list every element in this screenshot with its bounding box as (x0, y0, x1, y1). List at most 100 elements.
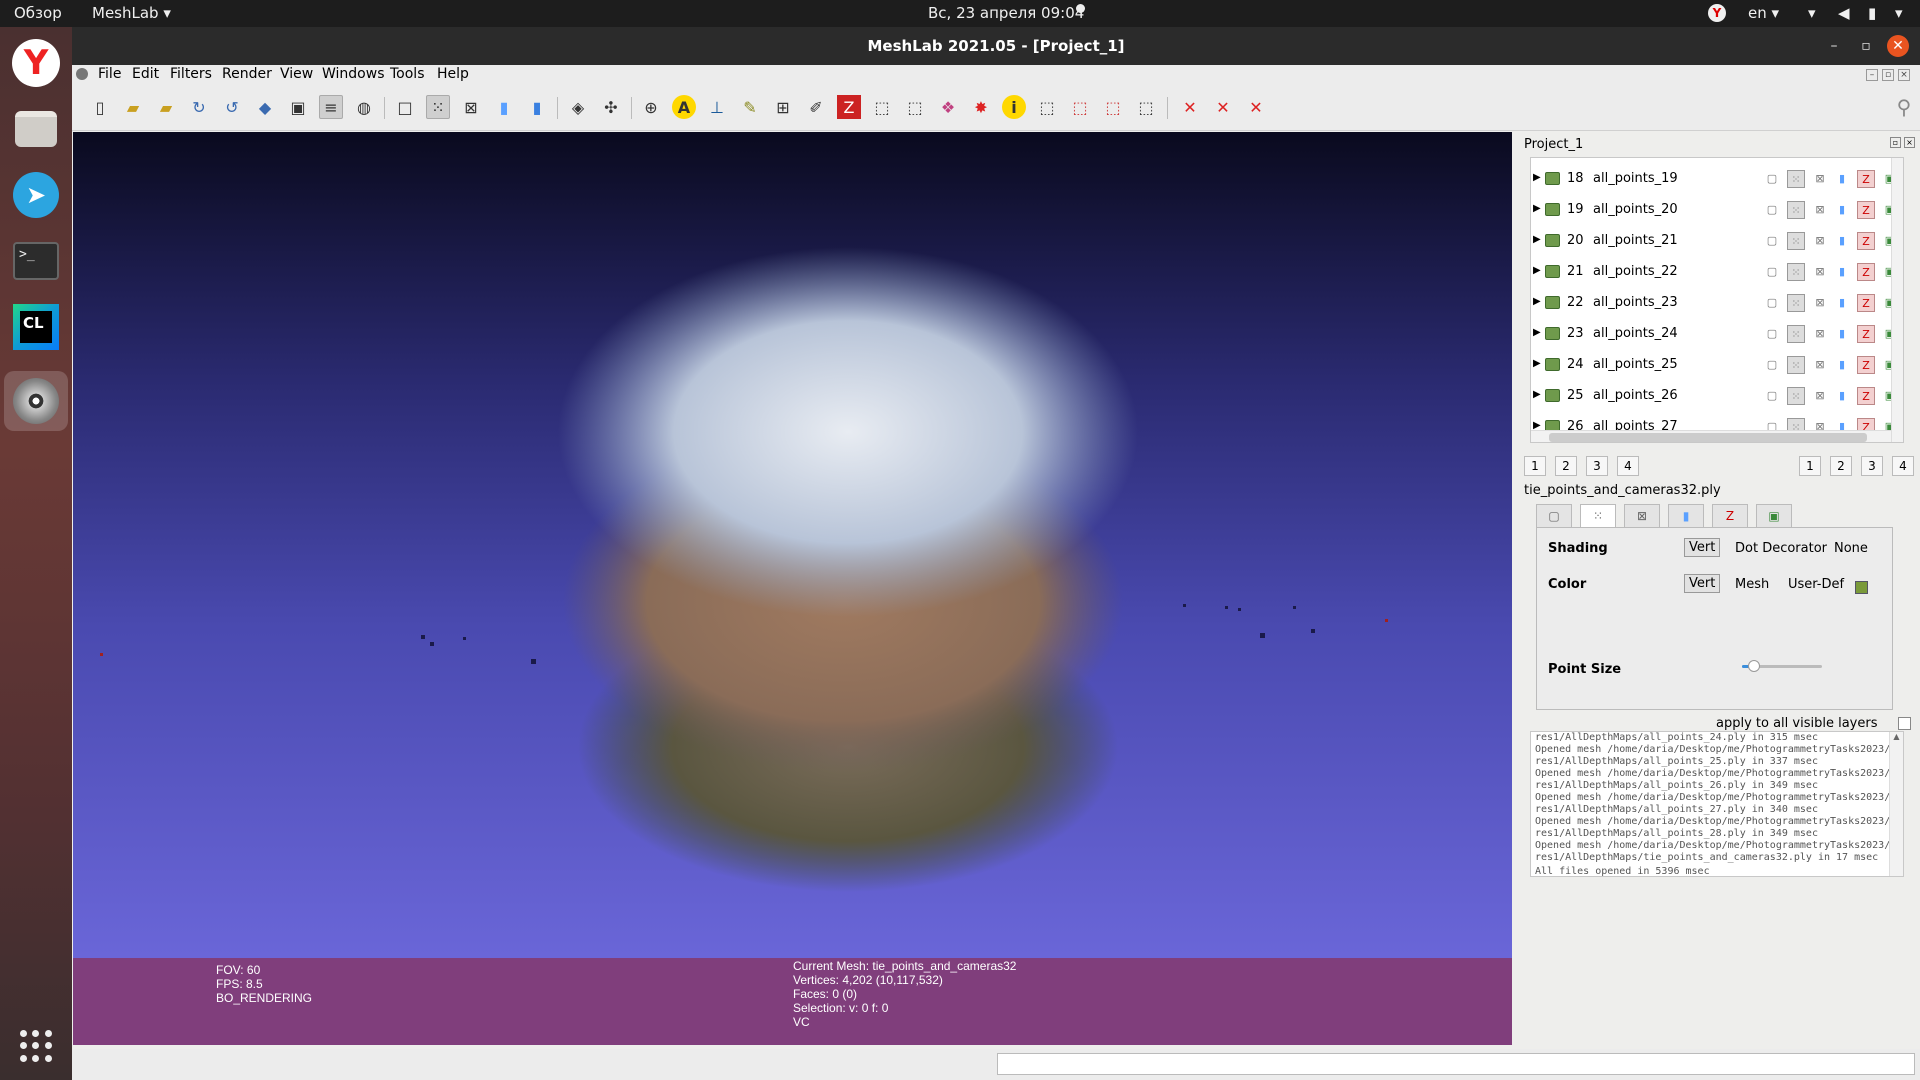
wireframe-toggle-icon[interactable]: ⊠ (1811, 232, 1829, 250)
panel-close-button[interactable]: × (1904, 137, 1915, 148)
axis-icon[interactable]: ✣ (599, 95, 623, 119)
snapshot-left-2[interactable]: 2 (1555, 456, 1577, 476)
search-icon[interactable]: ⚲ (1892, 95, 1916, 119)
tab-flat-icon[interactable]: ▮ (1668, 504, 1704, 528)
z-paint-icon[interactable]: Z (837, 95, 861, 119)
tab-misc-icon[interactable]: ▣ (1756, 504, 1792, 528)
wireframe-toggle-icon[interactable]: ⊠ (1811, 201, 1829, 219)
layer-list-vertical-scrollbar[interactable] (1891, 158, 1903, 442)
flat-toggle-icon[interactable]: ▮ (1833, 387, 1851, 405)
georef-icon[interactable]: ✸ (969, 95, 993, 119)
visibility-eye-icon[interactable] (1545, 172, 1560, 185)
bbox-toggle-icon[interactable]: ▢ (1763, 356, 1781, 374)
visibility-eye-icon[interactable] (1545, 203, 1560, 216)
user-color-swatch[interactable] (1855, 581, 1868, 594)
expand-arrow-icon[interactable]: ▶ (1533, 358, 1541, 369)
visibility-eye-icon[interactable] (1545, 358, 1560, 371)
snapshot-right-2[interactable]: 2 (1830, 456, 1852, 476)
reload-all-icon[interactable]: ↺ (220, 95, 244, 119)
measure-icon[interactable]: ⊥ (705, 95, 729, 119)
visibility-eye-icon[interactable] (1545, 296, 1560, 309)
snapshot-left-1[interactable]: 1 (1524, 456, 1546, 476)
layer-list-horizontal-scrollbar[interactable] (1531, 430, 1891, 442)
tab-texture-icon[interactable]: Z (1712, 504, 1748, 528)
menu-render[interactable]: Render (222, 66, 272, 82)
tab-points-icon[interactable]: ⁙ (1580, 504, 1616, 528)
flat-toggle-icon[interactable]: ▮ (1833, 201, 1851, 219)
snapshot-right-3[interactable]: 3 (1861, 456, 1883, 476)
power-menu-icon[interactable]: ▾ (1895, 4, 1903, 22)
telegram-launcher[interactable]: ➤ (10, 169, 62, 221)
visibility-eye-icon[interactable] (1545, 265, 1560, 278)
log-scrollbar[interactable]: ▲ (1889, 732, 1903, 876)
point-size-slider-handle[interactable] (1748, 660, 1760, 672)
wireframe-toggle-icon[interactable]: ⊠ (1811, 263, 1829, 281)
select-z-icon[interactable]: ⬚ (1101, 95, 1125, 119)
menu-edit[interactable]: Edit (132, 66, 159, 82)
trackball-icon[interactable]: ⊕ (639, 95, 663, 119)
pick-points-icon[interactable]: ✎ (738, 95, 762, 119)
new-project-icon[interactable]: ▯ (88, 95, 112, 119)
open-project-icon[interactable]: ▰ (121, 95, 145, 119)
terminal-launcher[interactable]: >_ (10, 235, 62, 287)
bbox-toggle-icon[interactable]: ▢ (1763, 263, 1781, 281)
clion-launcher[interactable]: CL (10, 301, 62, 353)
wifi-icon[interactable]: ▾ (1808, 4, 1816, 22)
flat-toggle-icon[interactable]: ▮ (1833, 232, 1851, 250)
expand-arrow-icon[interactable]: ▶ (1533, 296, 1541, 307)
bbox-toggle-icon[interactable]: ▢ (1763, 170, 1781, 188)
app-menu-button[interactable]: MeshLab ▾ (92, 4, 171, 22)
files-launcher[interactable] (10, 103, 62, 155)
import-mesh-icon[interactable]: ▰ (154, 95, 178, 119)
layer-row[interactable]: ▶ 18 all_points_19 ▢ ⁙ ⊠ ▮ Z ▣ (1531, 164, 1895, 195)
color-vert-button[interactable]: Vert (1684, 574, 1721, 593)
delete-vertices-icon[interactable]: ✕ (1178, 95, 1202, 119)
close-button[interactable]: ✕ (1887, 35, 1909, 57)
paint-icon[interactable]: ✐ (804, 95, 828, 119)
snapshot-right-1[interactable]: 1 (1799, 456, 1821, 476)
points-toggle-icon[interactable]: ⁙ (1787, 232, 1805, 250)
bbox-toggle-icon[interactable]: ▢ (1763, 325, 1781, 343)
wireframe-toggle-icon[interactable]: ⊠ (1811, 294, 1829, 312)
title-bar[interactable]: MeshLab 2021.05 - [Project_1] – ▫ ✕ (72, 27, 1920, 65)
layer-row[interactable]: ▶ 22 all_points_23 ▢ ⁙ ⊠ ▮ Z ▣ (1531, 288, 1895, 319)
tab-bbox-icon[interactable]: ▢ (1536, 504, 1572, 528)
select-rect-icon[interactable]: ⬚ (1134, 95, 1158, 119)
layer-row[interactable]: ▶ 24 all_points_25 ▢ ⁙ ⊠ ▮ Z ▣ (1531, 350, 1895, 381)
texture-toggle-icon[interactable]: Z (1857, 263, 1875, 281)
align-icon[interactable]: ⊞ (771, 95, 795, 119)
snapshot-icon[interactable]: ▣ (286, 95, 310, 119)
wireframe-toggle-icon[interactable]: ⊠ (1811, 356, 1829, 374)
apply-all-checkbox[interactable] (1898, 717, 1911, 730)
expand-arrow-icon[interactable]: ▶ (1533, 203, 1541, 214)
expand-arrow-icon[interactable]: ▶ (1533, 172, 1541, 183)
delete-all-icon[interactable]: ✕ (1244, 95, 1268, 119)
meshlab-launcher[interactable] (4, 371, 68, 431)
select-vertices-icon[interactable]: ⬚ (870, 95, 894, 119)
menu-filters[interactable]: Filters (170, 66, 212, 82)
3d-viewport[interactable] (73, 132, 1512, 958)
texture-toggle-icon[interactable]: Z (1857, 201, 1875, 219)
panel-float-button[interactable]: ▫ (1890, 137, 1901, 148)
layer-row[interactable]: ▶ 21 all_points_22 ▢ ⁙ ⊠ ▮ Z ▣ (1531, 257, 1895, 288)
snapshot-right-4[interactable]: 4 (1892, 456, 1914, 476)
maximize-button[interactable]: ▫ (1855, 35, 1877, 57)
battery-icon[interactable]: ▮ (1868, 4, 1876, 22)
wireframe-toggle-icon[interactable]: ⊠ (1811, 325, 1829, 343)
texture-toggle-icon[interactable]: Z (1857, 325, 1875, 343)
raster-align-icon[interactable]: ❖ (936, 95, 960, 119)
save-icon[interactable]: ◆ (253, 95, 277, 119)
points-toggle-icon[interactable]: ⁙ (1787, 387, 1805, 405)
mdi-minimize-button[interactable]: – (1866, 69, 1878, 81)
texture-toggle-icon[interactable]: Z (1857, 294, 1875, 312)
layer-row[interactable]: ▶ 20 all_points_21 ▢ ⁙ ⊠ ▮ Z ▣ (1531, 226, 1895, 257)
expand-arrow-icon[interactable]: ▶ (1533, 265, 1541, 276)
log-area[interactable]: res1/AllDepthMaps/all_points_24.ply in 3… (1530, 731, 1904, 877)
points-toggle-icon[interactable]: ⁙ (1787, 294, 1805, 312)
snapshot-left-3[interactable]: 3 (1586, 456, 1608, 476)
layer-row[interactable]: ▶ 25 all_points_26 ▢ ⁙ ⊠ ▮ Z ▣ (1531, 381, 1895, 412)
menu-windows[interactable]: Windows (322, 66, 385, 82)
keyboard-layout-menu[interactable]: en ▾ (1748, 4, 1779, 22)
flat-render-icon[interactable]: ▮ (492, 95, 516, 119)
select-faces-icon[interactable]: ⬚ (903, 95, 927, 119)
